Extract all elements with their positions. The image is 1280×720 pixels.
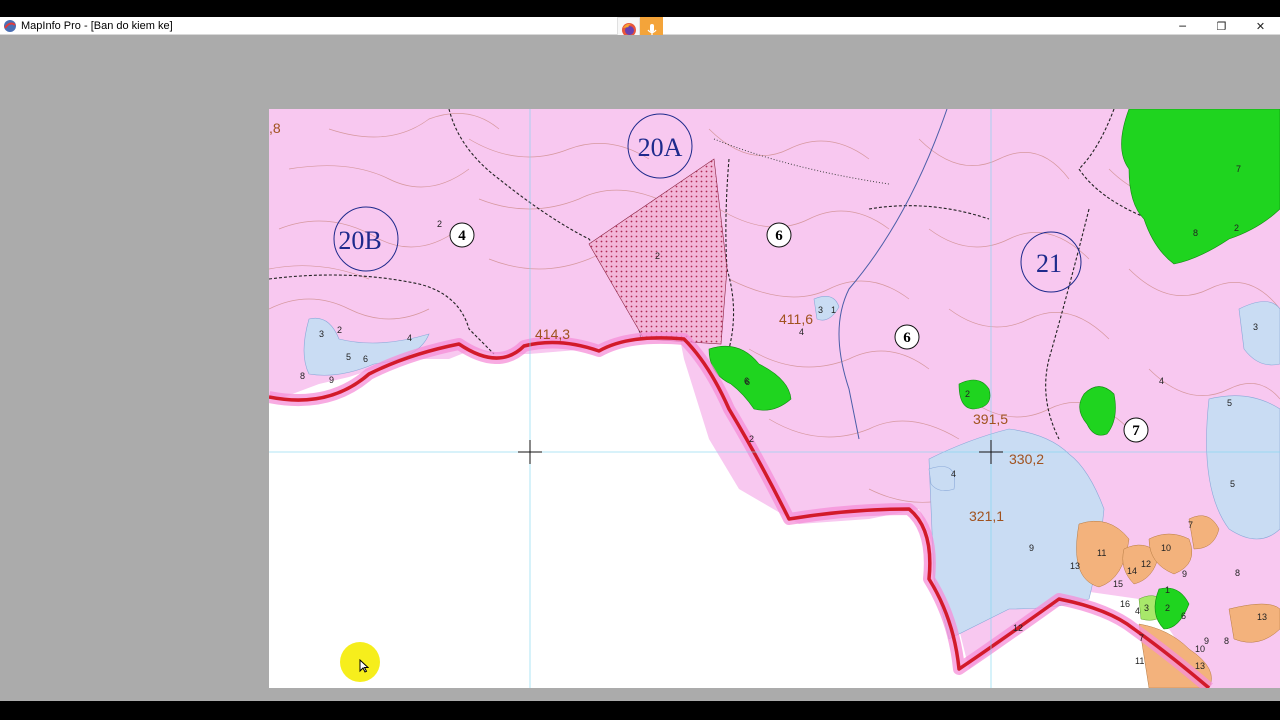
restore-button[interactable]: ❐ [1202,17,1241,35]
lot-number: 9 [1182,569,1187,579]
lot-number: 2 [337,325,342,335]
lot-number: 11 [1097,548,1106,558]
lot-number: 12 [1013,623,1023,633]
svg-text:6: 6 [903,330,911,346]
lot-number: 12 [1141,559,1151,569]
subcompartment-label-6a: 6 [766,222,792,248]
lot-number: 4 [1135,606,1140,616]
close-button[interactable]: ✕ [1241,17,1280,35]
lot-number: 7 [1139,633,1144,643]
map-window[interactable]: 20A 20B 21 4 6 6 7 ,8 414,3 411,6 391,5 … [269,109,1280,688]
lot-number: 7 [1236,164,1241,174]
svg-text:4: 4 [458,228,466,244]
svg-text:20A: 20A [638,133,683,162]
lot-number: 6 [1181,611,1186,621]
lot-number: 15 [1113,579,1123,589]
subcompartment-label-4: 4 [449,222,475,248]
lot-number: 6 [363,354,368,364]
lot-number: 5 [1227,398,1232,408]
lot-number: 9 [329,375,334,385]
elevation-label: 321,1 [969,508,1004,524]
lot-number: 16 [1120,599,1130,609]
elevation-label: 330,2 [1009,451,1044,467]
lot-number: 13 [1257,612,1267,622]
lot-number: 10 [1161,543,1171,553]
lot-number: 4 [407,333,412,343]
lot-number: 4 [1159,376,1164,386]
lot-number: 10 [1195,644,1205,654]
lot-number: 5 [1230,479,1235,489]
mapinfo-app-icon [4,19,16,32]
elevation-label: 391,5 [973,411,1008,427]
lot-number: 9 [1029,543,1034,553]
lot-number: 1 [1165,585,1170,595]
lot-number: 5 [346,352,351,362]
screen-top-bar [0,0,1280,17]
svg-text:7: 7 [1132,423,1140,439]
elevation-label: ,8 [269,120,281,136]
lot-number: 13 [1195,661,1205,671]
lot-number: 11 [1135,656,1144,666]
lot-number: 2 [1234,223,1239,233]
subcompartment-label-7: 7 [1123,417,1149,443]
lot-number: 2 [749,434,754,444]
lot-number: 8 [1224,636,1229,646]
lot-number: 13 [1070,561,1080,571]
screen-bottom-bar [0,701,1280,720]
window-title: MapInfo Pro - [Ban do kiem ke] [21,19,173,32]
lot-number: 2 [655,251,660,261]
lot-number: 7 [1188,520,1193,530]
lot-number: 2 [965,389,970,399]
subcompartment-label-6b: 6 [894,324,920,350]
window-controls: ─ ❐ ✕ [1163,17,1280,35]
lot-number: 3 [1144,603,1149,613]
lot-number: 1 [831,305,836,315]
lot-number: 2 [1165,603,1170,613]
lot-number: 2 [437,219,442,229]
svg-text:21: 21 [1036,249,1062,278]
mouse-pointer-icon [359,659,369,673]
lot-number: 6 [745,377,750,387]
svg-text:6: 6 [775,228,783,244]
lot-number: 8 [300,371,305,381]
lot-number: 8 [1235,568,1240,578]
elevation-label: 414,3 [535,326,570,342]
lot-number: 4 [799,327,804,337]
lot-number: 3 [319,329,324,339]
lot-number: 14 [1127,566,1137,576]
lot-number: 3 [1253,322,1258,332]
lot-number: 8 [1193,228,1198,238]
lot-number: 3 [818,305,823,315]
elevation-label: 411,6 [779,311,813,327]
map-canvas[interactable]: 20A 20B 21 4 6 6 7 ,8 414,3 411,6 391,5 … [269,109,1280,688]
minimize-button[interactable]: ─ [1163,17,1202,35]
svg-text:20B: 20B [338,226,381,255]
lot-number: 4 [951,469,956,479]
